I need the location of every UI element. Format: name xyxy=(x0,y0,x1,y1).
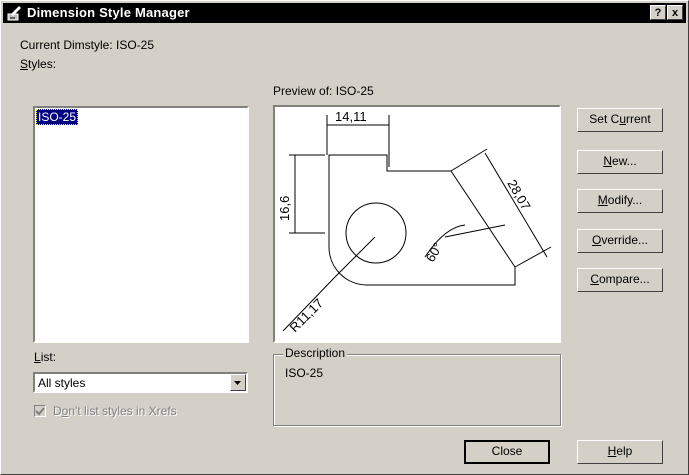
help-post: elp xyxy=(616,444,633,458)
modify-hot: M xyxy=(597,193,608,207)
dialog-window: Dimension Style Manager ? x Current Dims… xyxy=(0,0,689,475)
help-button[interactable]: Help xyxy=(577,440,663,464)
set-current-hot: u xyxy=(619,112,626,126)
description-label: Description xyxy=(283,346,348,360)
xrefs-label-post: n't list styles in Xrefs xyxy=(68,404,177,418)
chevron-down-icon xyxy=(234,381,241,385)
list-label-hotkey: L xyxy=(34,350,41,364)
current-dimstyle-label: Current Dimstyle: ISO-25 xyxy=(20,38,155,52)
set-current-pre: Set C xyxy=(589,112,620,126)
dropdown-arrow-button[interactable] xyxy=(230,374,246,391)
app-icon xyxy=(7,6,21,21)
dim-left-text: 16,6 xyxy=(277,196,292,221)
compare-hot: C xyxy=(590,272,599,286)
dim-diag-lines xyxy=(450,148,552,268)
close-title-button[interactable]: x xyxy=(667,5,683,20)
list-dropdown-value: All styles xyxy=(38,376,86,390)
description-text: ISO-25 xyxy=(285,366,324,380)
styles-label-hotkey: S xyxy=(20,57,29,71)
dimension-preview-drawing: 14,11 16,6 28,07 60° R11,17 xyxy=(277,109,552,336)
list-dropdown[interactable]: All styles xyxy=(33,372,248,393)
xrefs-label: Don't list styles in Xrefs xyxy=(53,404,177,418)
compare-post: ompare... xyxy=(598,272,650,286)
dim-angle-text: 60° xyxy=(423,240,446,265)
new-hot: N xyxy=(603,154,612,168)
new-button[interactable]: New... xyxy=(577,150,663,174)
window-title: Dimension Style Manager xyxy=(27,5,190,20)
dim-radius-text: R11,17 xyxy=(287,296,327,336)
style-list-item[interactable]: ISO-25 xyxy=(36,109,79,125)
override-post: verride... xyxy=(601,233,649,247)
preview-label: Preview of: ISO-25 xyxy=(273,84,374,98)
list-label-rest: ist: xyxy=(40,350,57,364)
title-bar[interactable]: Dimension Style Manager ? x xyxy=(3,3,686,23)
preview-pane: 14,11 16,6 28,07 60° R11,17 xyxy=(273,105,561,343)
list-label: List: xyxy=(34,350,56,364)
dim-diag-text: 28,07 xyxy=(504,177,533,213)
xrefs-checkbox[interactable] xyxy=(34,405,46,417)
preview-outline xyxy=(328,154,516,286)
styles-label-rest: tyles: xyxy=(28,57,57,71)
preview-circle xyxy=(345,202,407,264)
override-button[interactable]: Override... xyxy=(577,229,663,253)
checkmark-icon xyxy=(35,407,45,416)
set-current-post: rrent xyxy=(626,112,651,126)
dim-left-lines xyxy=(289,154,325,234)
close-button[interactable]: Close xyxy=(464,440,550,464)
dim-top-text: 14,11 xyxy=(335,109,367,124)
override-hot: O xyxy=(591,233,602,247)
styles-label: Styles: xyxy=(20,57,56,71)
modify-button[interactable]: Modify... xyxy=(577,189,663,213)
set-current-button[interactable]: Set Current xyxy=(577,108,663,132)
description-group xyxy=(273,354,561,426)
help-title-button[interactable]: ? xyxy=(650,5,666,20)
styles-listbox[interactable]: ISO-25 xyxy=(33,106,249,343)
xrefs-label-pre: D xyxy=(53,404,62,418)
compare-button[interactable]: Compare... xyxy=(577,268,663,292)
modify-post: odify... xyxy=(607,193,643,207)
new-post: ew... xyxy=(611,154,637,168)
